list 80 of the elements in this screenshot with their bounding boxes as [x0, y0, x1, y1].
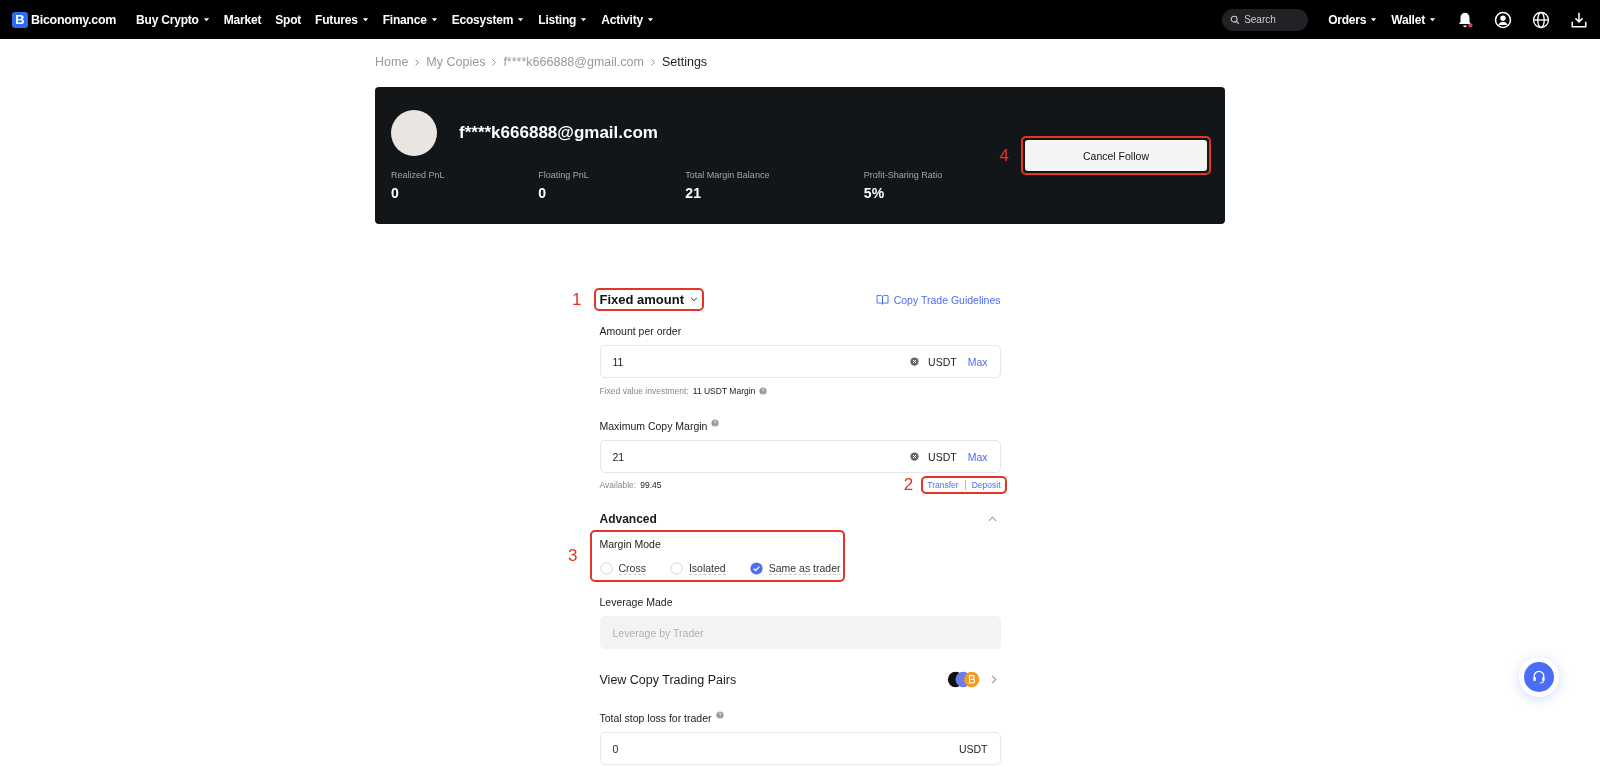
stat-value: 21: [685, 185, 702, 201]
chevron-right-icon: [414, 57, 421, 67]
chevron-right-icon: [649, 57, 656, 67]
unit-label: USDT: [928, 450, 957, 463]
chevron-right-icon[interactable]: [990, 675, 997, 684]
nav-menu-item[interactable]: Buy Crypto: [136, 12, 210, 27]
stat-label: Total Margin Balance: [685, 170, 771, 180]
profile-name: f****k666888@gmail.com: [459, 123, 658, 143]
field-label: Maximum Copy Margin: [599, 420, 708, 432]
chevron-right-icon: [491, 57, 498, 67]
stat-label: Profit-Sharing Ratio: [863, 170, 944, 180]
nav-menu-item[interactable]: Wallet: [1391, 12, 1436, 27]
mode-dropdown[interactable]: Fixed amount: [597, 292, 700, 307]
headset-icon: [1531, 669, 1547, 685]
help-icon[interactable]: [759, 387, 768, 395]
stat-label: Floating PnL: [538, 170, 590, 180]
guidelines-link[interactable]: Copy Trade Guidelines: [875, 293, 1001, 306]
nav-menu-item[interactable]: Ecosystem: [451, 12, 525, 27]
amount-input-field[interactable]: 11 USDT Max: [599, 345, 1001, 378]
help-icon[interactable]: [711, 419, 720, 427]
annotation-number: 3: [568, 546, 578, 566]
stat-label: Realized PnL: [391, 170, 446, 180]
annotation-number: 2: [903, 475, 914, 495]
clear-icon[interactable]: [910, 452, 920, 461]
hint-label: Fixed value investment:: [599, 386, 689, 396]
field-label: Margin Mode: [599, 538, 662, 550]
avatar: [391, 110, 437, 156]
margin-input-field[interactable]: 21 USDT Max: [599, 440, 1001, 473]
nav-menu-item[interactable]: Listing: [538, 12, 588, 27]
user-icon[interactable]: [1494, 10, 1512, 29]
annotation-number: 1: [572, 289, 582, 310]
breadcrumb-link[interactable]: Settings: [661, 55, 708, 69]
radio-label[interactable]: Same as trader: [768, 562, 841, 575]
bell-icon[interactable]: [1456, 10, 1474, 29]
logo-text[interactable]: Biconomy.com: [31, 12, 117, 27]
help-icon[interactable]: [715, 711, 724, 719]
radio-label[interactable]: Isolated: [688, 562, 726, 575]
search-icon: [1230, 14, 1241, 25]
radio-icon[interactable]: [599, 562, 613, 575]
field-label: Amount per order: [599, 325, 683, 337]
nav-menu-item[interactable]: Activity: [601, 12, 654, 27]
field-value: 0: [612, 742, 620, 755]
search-field[interactable]: Search: [1222, 8, 1309, 31]
chevron-down-icon: [690, 297, 698, 302]
field-label: Total stop loss for trader: [599, 712, 712, 724]
max-link[interactable]: Max: [967, 355, 988, 368]
unit-label: USDT: [958, 742, 988, 755]
cancel-follow-button[interactable]: Cancel Follow: [1025, 140, 1207, 171]
action-link[interactable]: Transfer: [927, 480, 959, 490]
available-label: Available:: [599, 480, 637, 490]
stop-loss-input-field[interactable]: 0 USDT: [599, 732, 1001, 765]
section-title: View Copy Trading Pairs: [599, 672, 737, 687]
globe-icon[interactable]: [1532, 10, 1550, 29]
nav-menu-item[interactable]: Market: [223, 12, 262, 27]
section-title: Advanced: [599, 512, 657, 526]
max-link[interactable]: Max: [967, 450, 988, 463]
available-value: 99.45: [640, 480, 662, 490]
nav-menu-item[interactable]: Finance: [382, 12, 438, 27]
field-value: 11: [612, 355, 625, 368]
stat-value: 0: [391, 185, 400, 201]
radio-label[interactable]: Cross: [618, 562, 646, 575]
chevron-icon[interactable]: [987, 516, 997, 522]
unit-label: USDT: [928, 355, 957, 368]
coin-icons: [946, 671, 981, 688]
clear-icon[interactable]: [910, 357, 920, 366]
stat-value: 5%: [863, 185, 886, 201]
nav-menu-item[interactable]: Futures: [315, 12, 369, 27]
radio-icon[interactable]: [669, 562, 683, 575]
field-label: Leverage Made: [599, 596, 674, 608]
logo-icon[interactable]: B: [12, 11, 28, 28]
book-icon: [875, 294, 889, 305]
stat-value: 0: [538, 185, 547, 201]
hint-value: 11 USDT Margin: [692, 386, 756, 396]
annotation-number: 4: [999, 145, 1009, 166]
checked-radio-icon[interactable]: [749, 562, 763, 575]
nav-menu-item[interactable]: Spot: [275, 12, 302, 27]
download-icon[interactable]: [1570, 10, 1588, 29]
field-value: 21: [612, 450, 626, 463]
action-link[interactable]: Deposit: [971, 480, 1001, 490]
nav-menu-item[interactable]: Orders: [1328, 12, 1378, 27]
